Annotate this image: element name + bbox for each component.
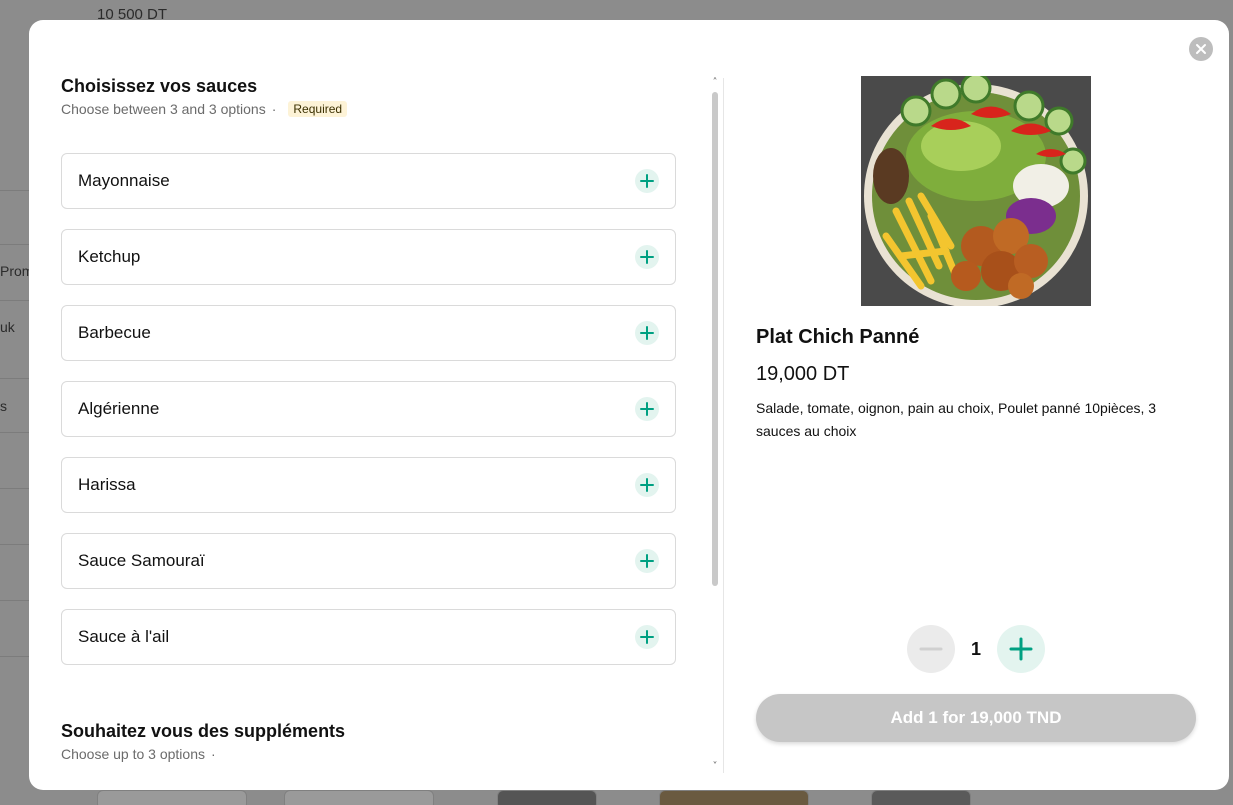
background-divider: [0, 488, 29, 489]
background-divider: [0, 600, 29, 601]
option-label: Harissa: [78, 475, 136, 494]
product-description: Salade, tomate, oignon, pain au choix, P…: [756, 400, 1157, 439]
option-label: Sauce à l'ail: [78, 627, 170, 646]
option-label: Barbecue: [78, 323, 151, 342]
plus-icon: [1009, 637, 1033, 661]
background-divider: [0, 656, 29, 657]
chevron-up-icon[interactable]: ˄: [710, 78, 720, 88]
add-option-button[interactable]: [635, 625, 659, 649]
background-divider: [0, 244, 29, 245]
sauce-option-algerienne[interactable]: Algérienne: [61, 381, 676, 437]
subtitle-separator: ·: [271, 101, 277, 117]
sauce-option-samourai[interactable]: Sauce Samouraï: [61, 533, 676, 589]
sauce-option-mayonnaise[interactable]: Mayonnaise: [61, 153, 676, 209]
sauces-section-title: Choisissez vos sauces: [61, 76, 258, 96]
increase-quantity-button[interactable]: [997, 625, 1045, 673]
add-option-button[interactable]: [635, 473, 659, 497]
product-details: Plat Chich Panné 19,000 DT Salade, tomat…: [724, 20, 1229, 790]
decrease-quantity-button[interactable]: [907, 625, 955, 673]
chevron-down-icon[interactable]: ˅: [710, 762, 720, 772]
background-divider: [0, 190, 29, 191]
plus-icon: [640, 630, 654, 644]
supplements-section-title: Souhaitez vous des suppléments: [61, 721, 346, 741]
sauce-options-list: Mayonnaise Ketchup Barbecue Algérienne H…: [61, 153, 676, 685]
food-plate-illustration: [861, 76, 1091, 306]
plus-icon: [640, 250, 654, 264]
option-label: Sauce Samouraï: [78, 551, 205, 570]
add-option-button[interactable]: [635, 245, 659, 269]
subtitle-separator: ·: [211, 746, 216, 762]
background-card: [871, 790, 971, 805]
background-divider: [0, 432, 29, 433]
product-price: 19,000 DT: [756, 363, 850, 385]
supplements-section-subtitle: Choose up to 3 options ·: [61, 746, 216, 762]
sauce-option-harissa[interactable]: Harissa: [61, 457, 676, 513]
sauce-option-ketchup[interactable]: Ketchup: [61, 229, 676, 285]
supplements-subtitle-text: Choose up to 3 options: [61, 746, 205, 762]
minus-icon: [919, 647, 943, 651]
plus-icon: [640, 402, 654, 416]
background-card: [284, 790, 434, 805]
add-option-button[interactable]: [635, 169, 659, 193]
add-to-cart-button[interactable]: Add 1 for 19,000 TND: [756, 694, 1196, 742]
options-panel[interactable]: Choisissez vos sauces Choose between 3 a…: [29, 20, 723, 790]
background-card: [659, 790, 809, 805]
background-divider: [0, 378, 29, 379]
product-name: Plat Chich Panné: [756, 326, 920, 348]
sauce-option-ail[interactable]: Sauce à l'ail: [61, 609, 676, 665]
background-divider: [0, 300, 29, 301]
background-card: [497, 790, 597, 805]
options-scrollbar[interactable]: ˄ ˅: [710, 78, 720, 778]
option-label: Algérienne: [78, 399, 160, 418]
add-option-button[interactable]: [635, 321, 659, 345]
quantity-value: 1: [970, 638, 981, 659]
plus-icon: [640, 326, 654, 340]
sauce-option-barbecue[interactable]: Barbecue: [61, 305, 676, 361]
product-modal: Choisissez vos sauces Choose between 3 a…: [29, 20, 1229, 790]
option-label: Mayonnaise: [78, 171, 170, 190]
plus-icon: [640, 174, 654, 188]
background-card: [97, 790, 247, 805]
option-label: Ketchup: [78, 247, 141, 266]
sauces-subtitle-text: Choose between 3 and 3 options: [61, 101, 266, 117]
plus-icon: [640, 478, 654, 492]
plus-icon: [640, 554, 654, 568]
add-option-button[interactable]: [635, 397, 659, 421]
background-fragment: uk: [0, 319, 15, 335]
sauces-section-subtitle: Choose between 3 and 3 options · Require…: [61, 101, 348, 117]
required-badge: Required: [288, 101, 348, 117]
background-fragment: s: [0, 398, 7, 414]
background-divider: [0, 544, 29, 545]
product-image: [861, 76, 1091, 306]
scrollbar-thumb[interactable]: [712, 92, 718, 586]
quantity-stepper: 1: [907, 625, 1045, 673]
add-option-button[interactable]: [635, 549, 659, 573]
